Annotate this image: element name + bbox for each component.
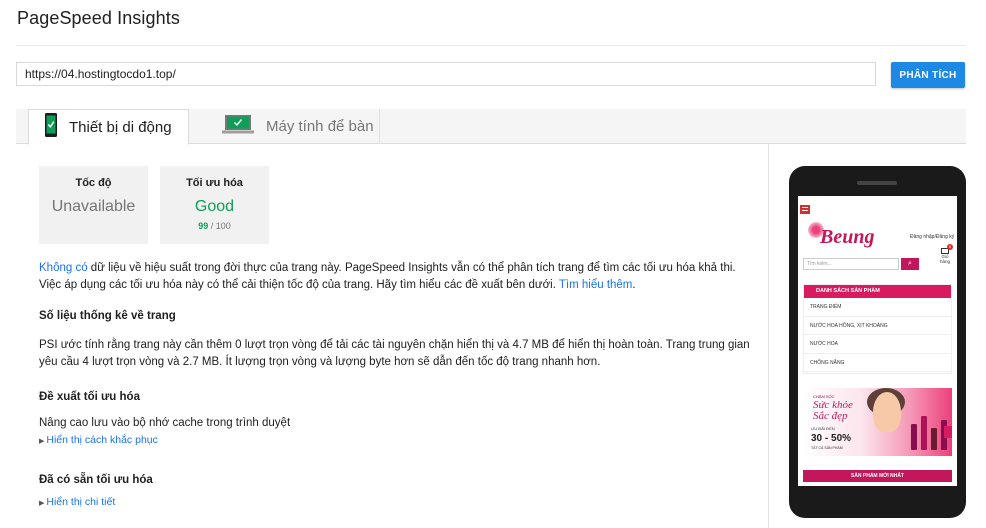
banner-title-line2: Sắc đẹp: [813, 410, 848, 422]
no-data-link[interactable]: Không có: [39, 262, 88, 274]
preview-category-item: TRANG ĐIỂM: [804, 298, 951, 317]
speed-label: Tốc độ: [75, 177, 112, 189]
preview-search-icon: ⌕: [901, 258, 919, 270]
mobile-preview-screen: Beung Đăng nhập/Đăng ký 0 Giỏ hàng Tìm k…: [798, 196, 957, 486]
url-input[interactable]: [16, 62, 876, 86]
banner-percent: 30 - 50%: [811, 433, 852, 444]
sidebar-divider: [768, 144, 769, 528]
results-panel: Tốc độ Unavailable Tối ưu hóa Good 99 / …: [16, 144, 768, 528]
expand-triangle-icon: ▶: [39, 438, 45, 445]
tab-mobile-label: Thiết bị di động: [69, 118, 172, 136]
device-tabbar: Thiết bị di động Máy tính để bàn: [16, 109, 966, 145]
show-details-link-label: Hiển thị chi tiết: [46, 496, 116, 508]
suggestions-heading: Đề xuất tối ưu hóa: [39, 391, 140, 403]
speed-score-card: Tốc độ Unavailable: [39, 166, 148, 244]
banner-product: [911, 424, 917, 450]
banner-title: Sức khỏe Sắc đẹp: [813, 400, 853, 422]
show-fix-link[interactable]: ▶ Hiển thị cách khắc phục: [39, 434, 158, 446]
suggestion-item: Nâng cao lưu vào bộ nhớ cache trong trìn…: [39, 417, 291, 429]
phone-speaker: [857, 181, 897, 185]
optimization-value: Good: [194, 198, 235, 215]
cart-label: Giỏ hàng: [939, 254, 950, 264]
expand-triangle-icon: ▶: [39, 500, 45, 507]
learn-more-link[interactable]: Tìm hiểu thêm: [559, 279, 633, 291]
preview-category-list: DANH SÁCH SẢN PHẨM TRANG ĐIỂM NƯỚC HOA H…: [803, 284, 952, 374]
preview-banner: CHĂM SÓC Sức khỏe Sắc đẹp ƯU ĐÃI ĐẾN 30 -…: [803, 388, 952, 456]
banner-arrow-icon: [944, 426, 952, 438]
preview-login-link: Đăng nhập/Đăng ký: [910, 234, 955, 240]
intro-end: .: [632, 279, 636, 291]
mobile-preview-phone: Beung Đăng nhập/Đăng ký 0 Giỏ hàng Tìm k…: [789, 166, 966, 518]
stats-paragraph: PSI ước tính rằng trang này cần thêm 0 l…: [39, 339, 750, 368]
preview-search-input: Tìm kiếm...: [803, 258, 899, 270]
tab-desktop[interactable]: Máy tính để bàn: [206, 109, 380, 144]
optimization-label: Tối ưu hóa: [186, 177, 243, 189]
show-details-link[interactable]: ▶ Hiển thị chi tiết: [39, 496, 115, 508]
header-divider: [16, 45, 966, 46]
banner-product: [921, 416, 927, 450]
preview-category-item: NƯỚC HOA: [804, 335, 951, 354]
optimization-score-max: / 100: [210, 221, 231, 231]
preview-category-item: CHỐNG NẮNG: [804, 354, 951, 372]
banner-sub: ƯU ĐÃI ĐẾN: [811, 426, 835, 431]
mobile-phone-icon: [45, 113, 57, 141]
existing-heading: Đã có sẵn tối ưu hóa: [39, 474, 153, 486]
desktop-monitor-icon: [222, 114, 254, 139]
show-fix-link-label: Hiển thị cách khắc phục: [46, 434, 158, 446]
preview-category-heading: DANH SÁCH SẢN PHẨM: [804, 285, 951, 298]
cart-badge: 0: [947, 244, 953, 250]
intro-paragraph: Không có dữ liệu về hiệu suất trong đời …: [39, 260, 754, 294]
app-title: PageSpeed Insights: [17, 8, 180, 28]
optimization-score: 99 / 100: [160, 221, 269, 231]
preview-new-products-bar: SẢN PHẨM MỚI NHẤT: [803, 470, 952, 482]
banner-note: TẤT CẢ SẢN PHẨM: [811, 446, 843, 450]
hamburger-menu-icon: [800, 205, 810, 214]
analyze-button[interactable]: PHÂN TÍCH: [891, 62, 965, 88]
banner-model-face: [873, 392, 901, 432]
optimization-score-number: 99: [198, 221, 209, 231]
banner-pagination-dots: [855, 448, 879, 456]
banner-product: [931, 428, 937, 450]
preview-logo: Beung: [820, 226, 875, 248]
stats-heading: Số liệu thống kê về trang: [39, 310, 176, 322]
optimization-score-card: Tối ưu hóa Good 99 / 100: [160, 166, 269, 244]
speed-value: Unavailable: [51, 198, 136, 215]
tab-desktop-label: Máy tính để bàn: [266, 118, 374, 135]
tab-mobile[interactable]: Thiết bị di động: [28, 109, 189, 145]
preview-category-item: NƯỚC HOA HỒNG, XỊT KHOÁNG: [804, 317, 951, 335]
cart-icon: 0: [941, 244, 953, 254]
preview-cart: 0 Giỏ hàng: [938, 244, 953, 264]
